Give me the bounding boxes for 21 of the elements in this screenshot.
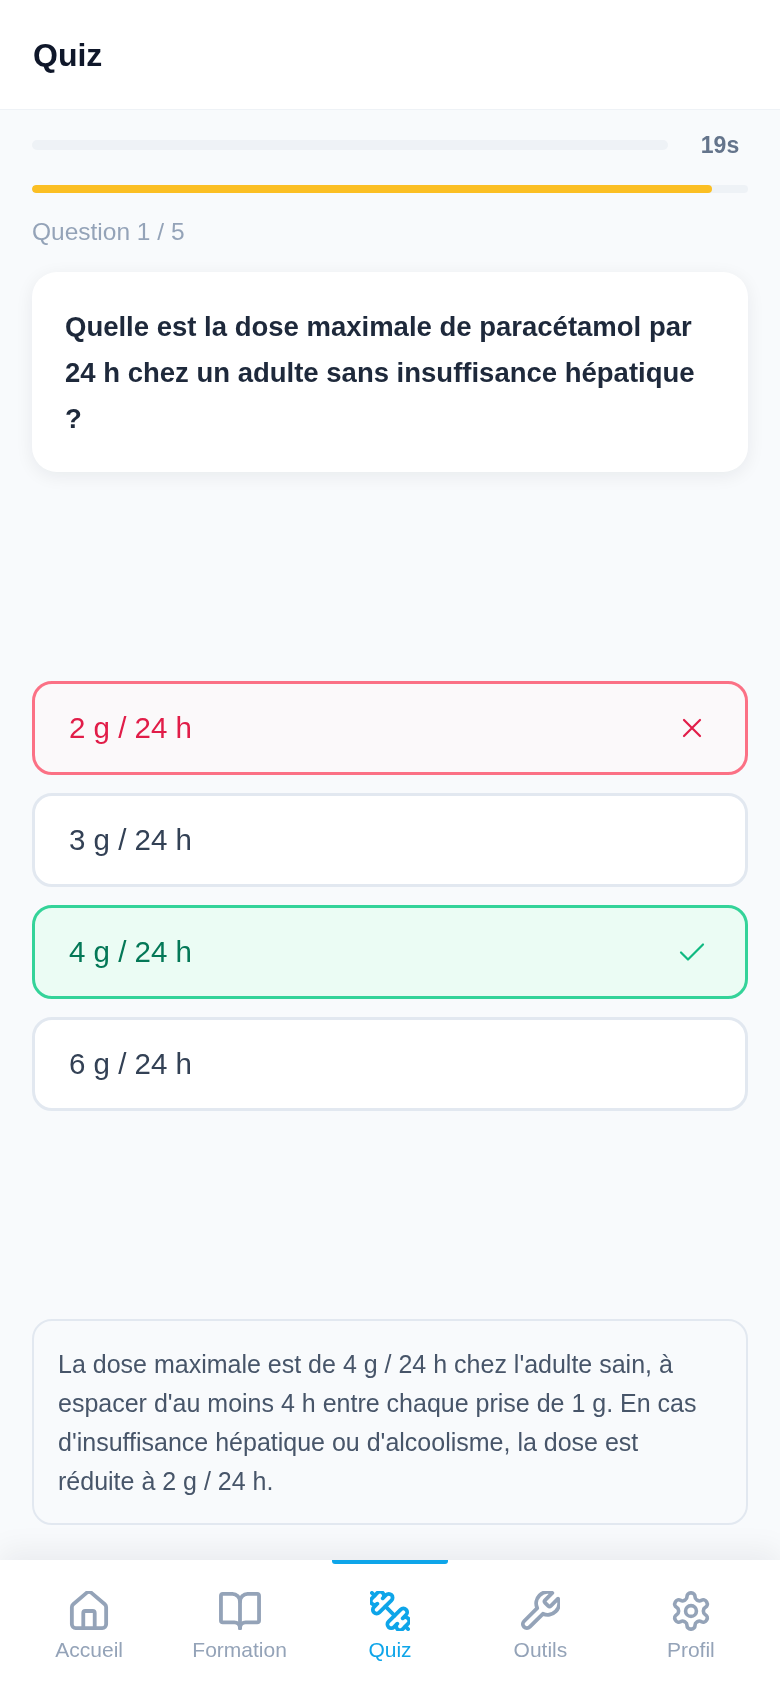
question-counter: Question 1 / 5 <box>32 218 186 246</box>
explanation-text: La dose maximale est de 4 g / 24 h chez l'adulte sain, à espacer d'au moins 4 h entre chaque prise de 1 g. En cas d'insuffisance hépatique ou d'alcoolisme, la dose est réduite à 2 g / 24 h. <box>58 1349 698 1497</box>
nav-tab[interactable]: Formation <box>164 1560 315 1688</box>
timer-reading: 19s <box>699 131 741 159</box>
book-icon <box>218 1591 261 1631</box>
question-text: Quelle est la dose maximale de paracétamol par 24 h chez un adulte sans insuffisance hépatique ? <box>65 310 696 436</box>
check-icon <box>679 941 705 962</box>
page-title: Quiz <box>33 35 103 75</box>
nav-tab[interactable]: Accueil <box>14 1560 165 1688</box>
answer-option[interactable]: 4 g / 24 h <box>32 904 748 999</box>
nav-tab[interactable]: Profil <box>615 1560 767 1688</box>
cross-icon <box>682 717 702 738</box>
answer-option[interactable]: 6 g / 24 h <box>32 1016 748 1111</box>
wrench-icon <box>520 1591 561 1631</box>
dumbbell-icon <box>370 1591 410 1631</box>
answer-option[interactable]: 3 g / 24 h <box>32 792 748 887</box>
nav-tab[interactable]: Quiz <box>314 1560 466 1688</box>
answer-option[interactable]: 2 g / 24 h <box>32 680 748 775</box>
home-icon <box>69 1591 110 1631</box>
nav-tab[interactable]: Outils <box>465 1560 616 1688</box>
settings-icon <box>671 1591 710 1631</box>
